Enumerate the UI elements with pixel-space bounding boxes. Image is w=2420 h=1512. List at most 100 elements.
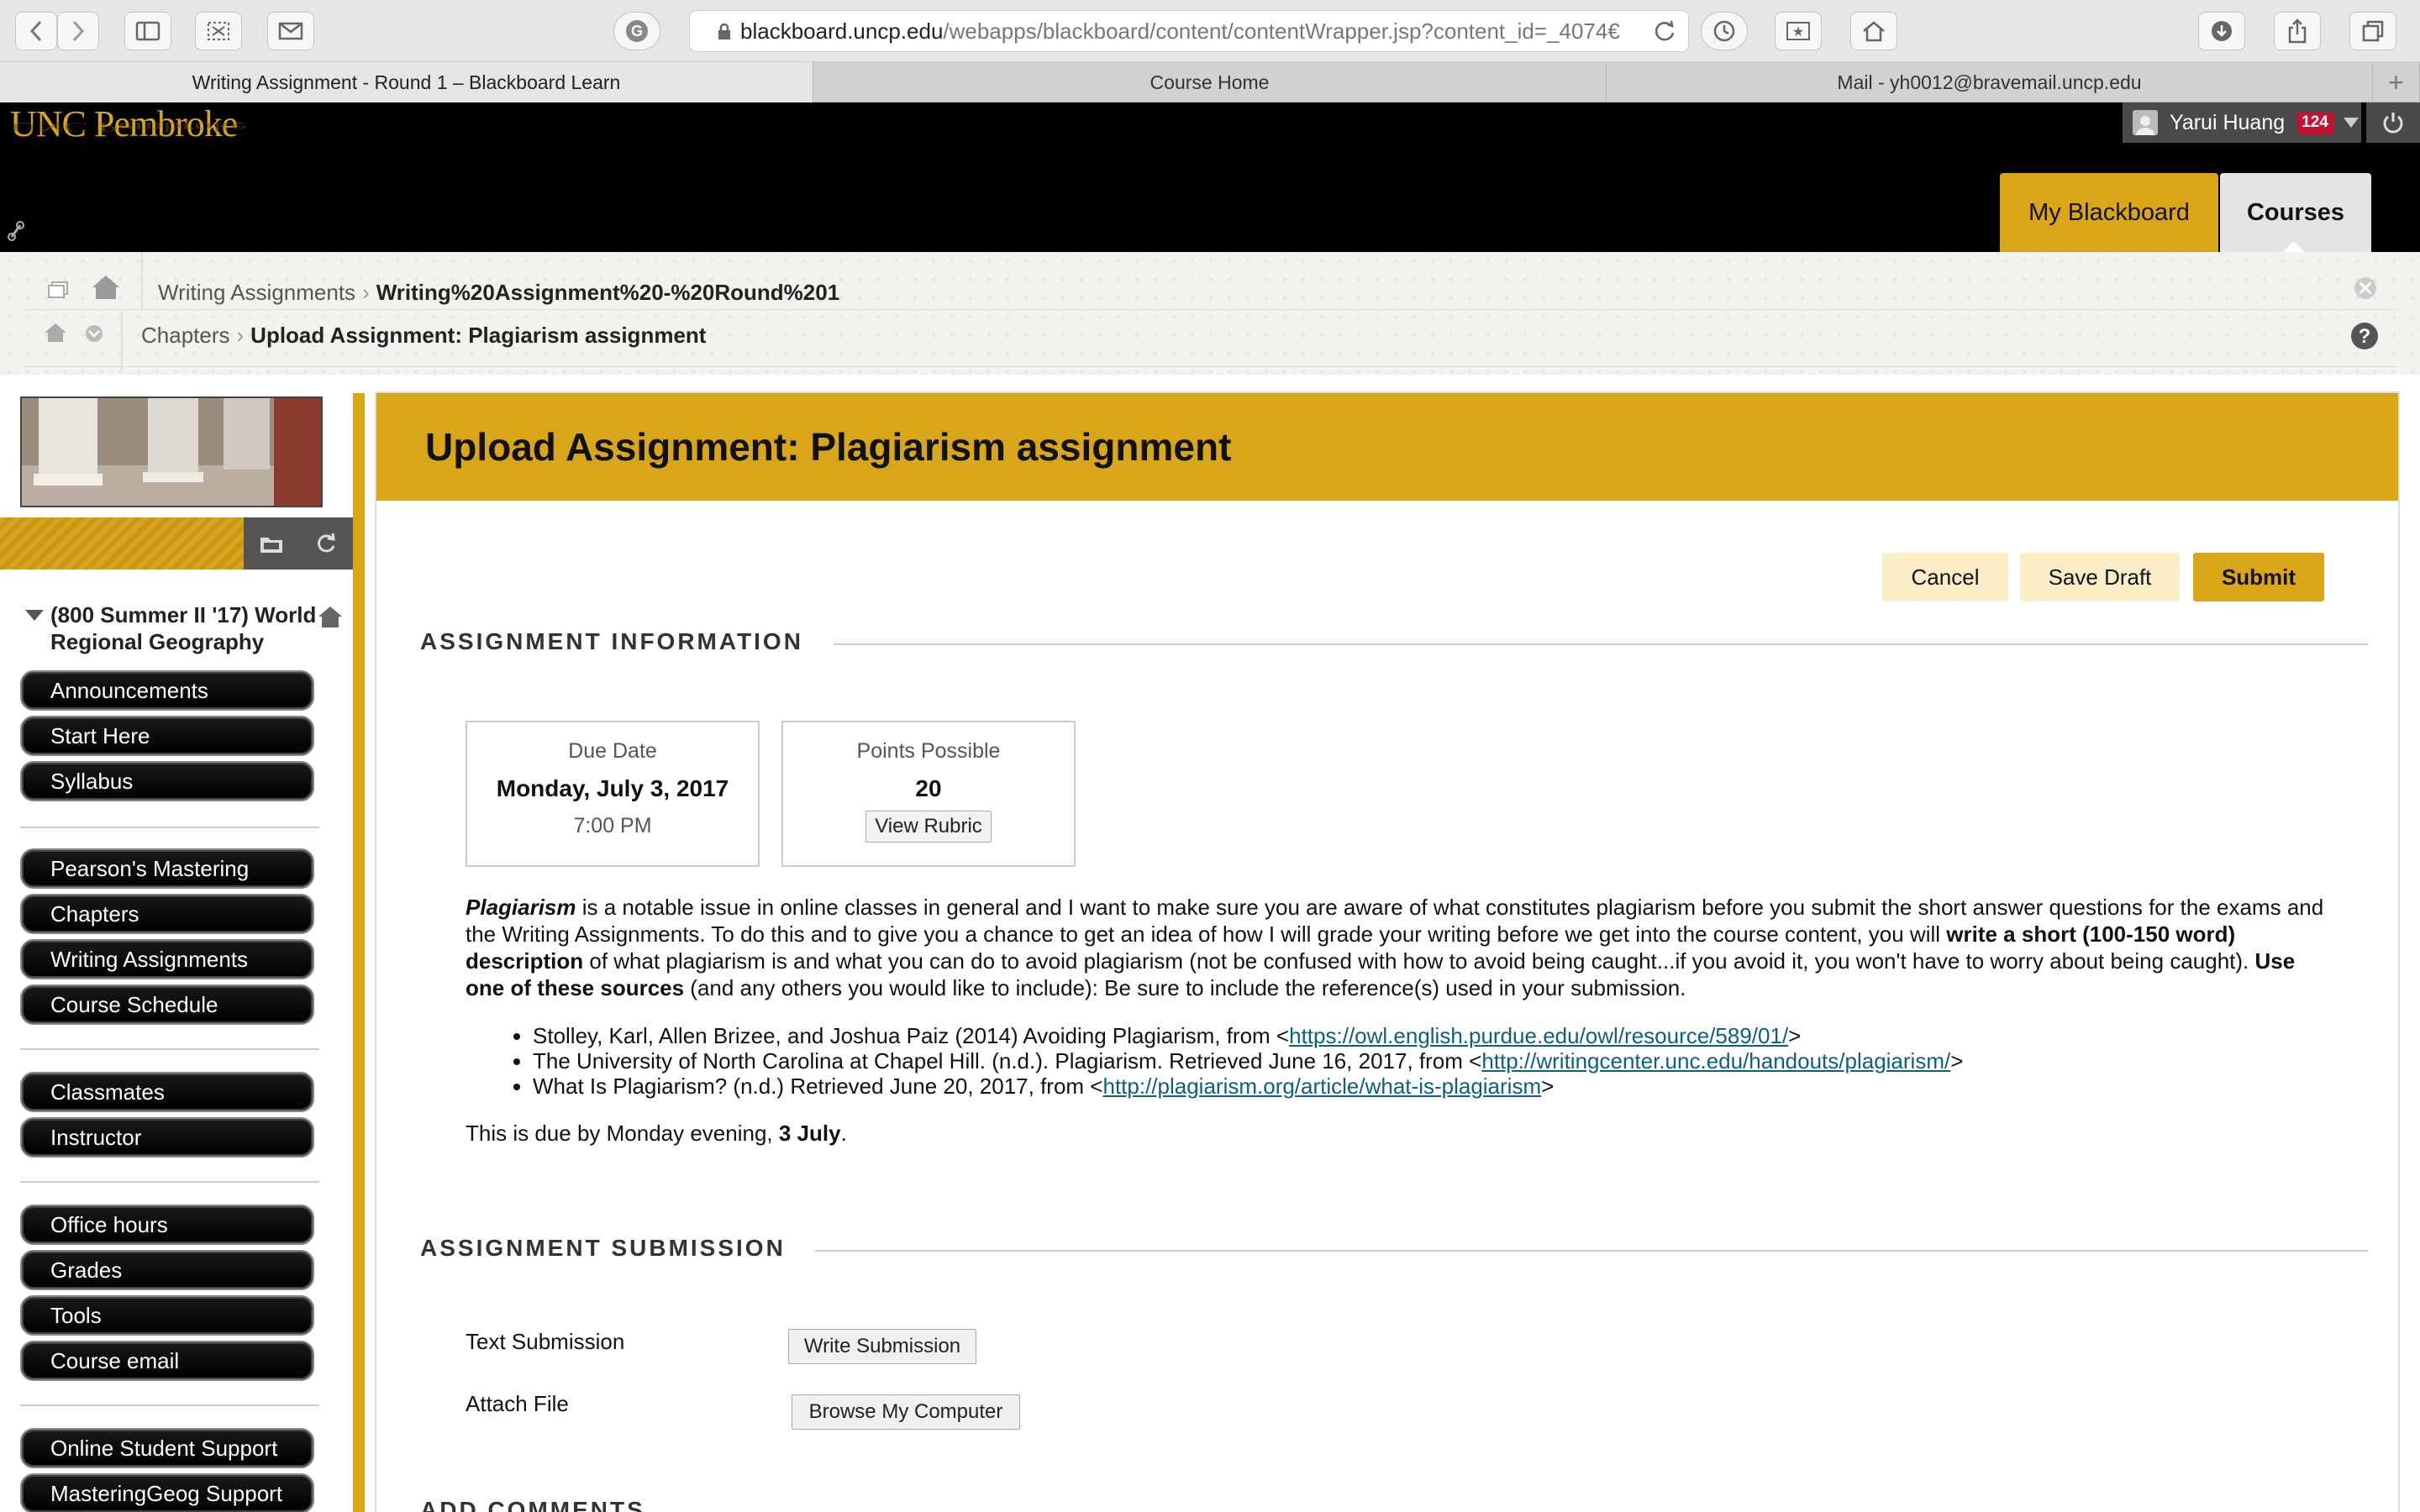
svg-text:G: G	[631, 23, 643, 39]
section-rule	[834, 643, 2368, 645]
due-note: This is due by Monday evening, 3 July.	[466, 1121, 847, 1147]
write-submission-button[interactable]: Write Submission	[788, 1329, 976, 1364]
cancel-button[interactable]: Cancel	[1882, 553, 2008, 601]
due-note-date: 3 July	[778, 1121, 841, 1146]
home-icon	[1863, 21, 1885, 42]
browser-tab-mail[interactable]: Mail - yh0012@bravemail.uncp.edu	[1607, 62, 2373, 102]
menu-announcements[interactable]: Announcements	[20, 670, 314, 711]
section-rule	[815, 1250, 2368, 1252]
grammarly-button[interactable]: G	[613, 12, 660, 50]
assignment-description: Plagiarism is a notable issue in online …	[466, 894, 2331, 1001]
user-name: Yarui Huang	[2170, 110, 2286, 134]
browse-my-computer-button[interactable]: Browse My Computer	[792, 1394, 1020, 1430]
menu-online-student-support[interactable]: Online Student Support	[20, 1428, 314, 1468]
tab-overview-button[interactable]	[2349, 12, 2396, 50]
menu-instructor[interactable]: Instructor	[20, 1117, 314, 1158]
sidebar-toggle-button[interactable]	[124, 12, 171, 50]
menu-grades[interactable]: Grades	[20, 1250, 314, 1290]
reference-link-purdue[interactable]: https://owl.english.purdue.edu/owl/resou…	[1289, 1023, 1788, 1048]
window-icon[interactable]	[47, 281, 69, 299]
points-possible-box: Points Possible 20 View Rubric	[781, 721, 1076, 867]
menu-chapters[interactable]: Chapters	[20, 894, 314, 934]
reference-end: >	[1541, 1074, 1555, 1099]
submit-button[interactable]: Submit	[2193, 553, 2324, 601]
chevron-left-icon	[29, 20, 42, 42]
tab-my-blackboard[interactable]: My Blackboard	[2000, 173, 2218, 252]
logout-button[interactable]	[2366, 102, 2420, 143]
reference-link-unc[interactable]: http://writingcenter.unc.edu/handouts/pl…	[1481, 1048, 1950, 1074]
browser-tab-course-home[interactable]: Course Home	[813, 62, 1607, 102]
menu-tools[interactable]: Tools	[20, 1295, 314, 1336]
download-icon	[2212, 21, 2232, 41]
reference-end: >	[1950, 1048, 1964, 1074]
breadcrumb-chapters[interactable]: Chapters	[141, 323, 230, 348]
url-path: /webapps/blackboard/content/contentWrapp…	[943, 18, 1620, 44]
breadcrumb: Writing Assignments › Writing%20Assignment…	[158, 280, 840, 305]
chevron-down-icon[interactable]	[82, 324, 106, 343]
view-rubric-button[interactable]: View Rubric	[865, 811, 992, 843]
home-icon[interactable]	[91, 274, 121, 301]
menu-pearsons-mastering[interactable]: Pearson's Mastering	[20, 848, 314, 889]
browser-tab-writing-assignment[interactable]: Writing Assignment - Round 1 – Blackboar…	[0, 62, 813, 102]
menu-course-schedule[interactable]: Course Schedule	[20, 984, 314, 1025]
page-title: Upload Assignment: Plagiarism assignment	[376, 393, 2398, 501]
save-draft-button[interactable]: Save Draft	[2020, 553, 2180, 601]
course-home-icon[interactable]	[318, 605, 343, 628]
close-icon[interactable]	[2353, 276, 2378, 301]
refresh-icon[interactable]	[314, 532, 338, 555]
reference-list: Stolley, Karl, Allen Brizee, and Joshua …	[492, 1023, 1963, 1099]
bookmarks-button[interactable]: ★	[1775, 12, 1822, 50]
due-note-end: .	[840, 1121, 847, 1146]
scissors-icon	[208, 22, 229, 40]
points-possible-label: Points Possible	[856, 739, 1001, 763]
mail-button[interactable]	[267, 12, 314, 50]
description-text-c: of what plagiarism is and what you can d…	[583, 948, 2255, 974]
clipper-button[interactable]	[195, 12, 242, 50]
avatar	[2133, 110, 2158, 135]
menu-writing-assignments[interactable]: Writing Assignments	[20, 939, 314, 979]
home-small-icon[interactable]	[44, 323, 67, 343]
lock-icon	[718, 23, 730, 39]
home-button[interactable]	[1850, 12, 1897, 50]
reference-text: The University of North Carolina at Chap…	[533, 1048, 1482, 1074]
collapse-triangle-icon[interactable]	[25, 610, 44, 621]
menu-office-hours[interactable]: Office hours	[20, 1205, 314, 1245]
description-em: Plagiarism	[466, 895, 576, 920]
forward-button[interactable]	[57, 12, 99, 50]
course-title[interactable]: (800 Summer II '17) World Regional Geogr…	[12, 601, 323, 655]
back-button[interactable]	[15, 12, 57, 50]
grammarly-icon: G	[626, 20, 648, 42]
url-domain: blackboard.uncp.edu	[740, 18, 944, 44]
breadcrumb-writing-assignments[interactable]: Writing Assignments	[158, 280, 355, 305]
menu-course-email[interactable]: Course email	[20, 1341, 314, 1381]
share-button[interactable]	[2274, 12, 2321, 50]
tab-courses[interactable]: Courses	[2220, 173, 2371, 252]
menu-divider	[20, 1048, 319, 1050]
sidebar-icon	[135, 21, 160, 41]
new-tab-button[interactable]: +	[2373, 62, 2420, 102]
breadcrumb-current: Writing%20Assignment%20-%20Round%201	[376, 280, 840, 305]
due-date-box: Due Date Monday, July 3, 2017 7:00 PM	[466, 721, 760, 867]
history-button[interactable]	[1701, 12, 1748, 50]
star-icon: ★	[1786, 22, 1810, 40]
menu-masteringgeog-support[interactable]: MasteringGeog Support	[20, 1473, 314, 1512]
assignment-information-heading: ASSIGNMENT INFORMATION	[420, 628, 803, 654]
logo-reflection: UNC Pembroke	[10, 119, 248, 134]
person-icon	[2136, 116, 2154, 135]
reference-end: >	[1788, 1023, 1802, 1048]
add-comments-heading: ADD COMMENTS	[420, 1497, 645, 1512]
address-bar[interactable]: blackboard.uncp.edu/webapps/blackboard/c…	[689, 10, 1689, 52]
reference-link-plagiarism-org[interactable]: http://plagiarism.org/article/what-is-pl…	[1102, 1074, 1541, 1099]
help-icon[interactable]: ?	[2349, 321, 2380, 351]
attach-file-label: Attach File	[466, 1391, 569, 1416]
menu-divider	[20, 1404, 319, 1406]
menu-classmates[interactable]: Classmates	[20, 1072, 314, 1112]
menu-start-here[interactable]: Start Here	[20, 716, 314, 756]
caret-down-icon	[2343, 118, 2359, 128]
user-menu[interactable]: Yarui Huang 124	[2123, 102, 2361, 143]
menu-syllabus[interactable]: Syllabus	[20, 761, 314, 801]
folder-view-icon[interactable]	[259, 533, 284, 554]
description-text-d: (and any others you would like to includ…	[684, 975, 1686, 1000]
reload-icon[interactable]	[1653, 19, 1676, 43]
downloads-button[interactable]	[2198, 12, 2245, 50]
